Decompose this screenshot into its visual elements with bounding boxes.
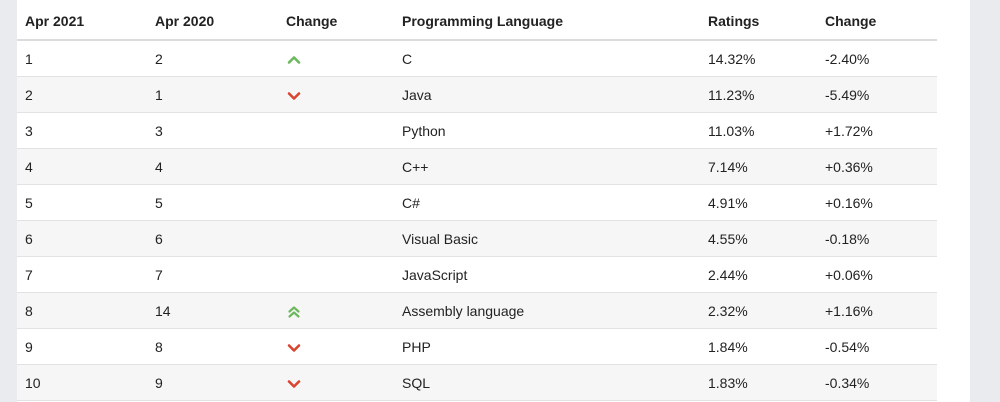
cell-rank-2020: 7 (147, 256, 278, 293)
cell-language: PHP (394, 328, 700, 365)
table-row: 5 5 C# 4.91% +0.16% (17, 184, 937, 221)
header-programming-language: Programming Language (394, 2, 700, 41)
cell-rank-2021: 1 (17, 40, 147, 77)
cell-language: JavaScript (394, 256, 700, 293)
cell-rank-2020: 4 (147, 148, 278, 185)
cell-rank-2021: 10 (17, 364, 147, 401)
cell-trend (278, 328, 394, 365)
cell-language: Visual Basic (394, 220, 700, 257)
cell-trend (278, 184, 394, 221)
arrow-up-icon (287, 53, 301, 67)
cell-rank-2020: 2 (147, 40, 278, 77)
table-row: 10 9 SQL 1.83% -0.34% (17, 364, 937, 401)
cell-rank-2020: 1 (147, 76, 278, 113)
header-change-rating: Change (817, 2, 937, 41)
header-change-rank: Change (278, 2, 394, 41)
cell-rank-2020: 8 (147, 328, 278, 365)
table-row: 2 1 Java 11.23% -5.49% (17, 76, 937, 113)
table-header-row: Apr 2021 Apr 2020 Change Programming Lan… (17, 2, 937, 41)
cell-trend (278, 148, 394, 185)
table-row: 1 2 C 14.32% -2.40% (17, 40, 937, 77)
cell-rating: 1.84% (700, 328, 817, 365)
cell-rank-2021: 6 (17, 220, 147, 257)
arrow-down-icon (287, 341, 301, 355)
cell-rank-2021: 5 (17, 184, 147, 221)
cell-rank-2020: 3 (147, 112, 278, 149)
cell-trend (278, 76, 394, 113)
cell-rating: 11.23% (700, 76, 817, 113)
cell-rating: 1.83% (700, 364, 817, 401)
cell-rating: 2.32% (700, 292, 817, 329)
table-row: 3 3 Python 11.03% +1.72% (17, 112, 937, 149)
table-row: 7 7 JavaScript 2.44% +0.06% (17, 256, 937, 293)
cell-rating-change: +0.06% (817, 256, 937, 293)
cell-trend (278, 40, 394, 77)
cell-rank-2020: 6 (147, 220, 278, 257)
cell-rating-change: -0.54% (817, 328, 937, 365)
table-body: 1 2 C 14.32% -2.40% 2 1 Java 11.23% -5.49% 3 3 Pytho… (17, 40, 937, 401)
cell-rating: 4.91% (700, 184, 817, 221)
cell-rank-2020: 14 (147, 292, 278, 329)
cell-trend (278, 364, 394, 401)
cell-language: Java (394, 76, 700, 113)
cell-language: SQL (394, 364, 700, 401)
cell-rating-change: +1.16% (817, 292, 937, 329)
arrow-down-icon (287, 377, 301, 391)
table-row: 4 4 C++ 7.14% +0.36% (17, 148, 937, 185)
cell-language: Python (394, 112, 700, 149)
cell-rating: 4.55% (700, 220, 817, 257)
cell-rating: 11.03% (700, 112, 817, 149)
cell-rank-2021: 4 (17, 148, 147, 185)
cell-rank-2021: 2 (17, 76, 147, 113)
cell-rank-2021: 3 (17, 112, 147, 149)
cell-trend (278, 112, 394, 149)
cell-rank-2020: 5 (147, 184, 278, 221)
cell-language: Assembly language (394, 292, 700, 329)
cell-rating-change: -2.40% (817, 40, 937, 77)
ranking-table: Apr 2021 Apr 2020 Change Programming Lan… (17, 2, 937, 401)
cell-rating-change: -5.49% (817, 76, 937, 113)
cell-language: C (394, 40, 700, 77)
cell-rank-2020: 9 (147, 364, 278, 401)
arrow-down-icon (287, 89, 301, 103)
table-row: 6 6 Visual Basic 4.55% -0.18% (17, 220, 937, 257)
cell-rank-2021: 9 (17, 328, 147, 365)
cell-rating: 7.14% (700, 148, 817, 185)
cell-trend (278, 292, 394, 329)
cell-rating-change: +0.36% (817, 148, 937, 185)
cell-rating-change: +0.16% (817, 184, 937, 221)
double-arrow-up-icon (287, 305, 301, 319)
cell-rating-change: +1.72% (817, 112, 937, 149)
cell-language: C++ (394, 148, 700, 185)
table-row: 8 14 Assembly language 2.32% +1.16% (17, 292, 937, 329)
header-apr-2020: Apr 2020 (147, 2, 278, 41)
cell-rating-change: -0.34% (817, 364, 937, 401)
cell-rank-2021: 8 (17, 292, 147, 329)
cell-rank-2021: 7 (17, 256, 147, 293)
cell-trend (278, 220, 394, 257)
header-apr-2021: Apr 2021 (17, 2, 147, 41)
cell-trend (278, 256, 394, 293)
cell-rating: 14.32% (700, 40, 817, 77)
cell-language: C# (394, 184, 700, 221)
header-ratings: Ratings (700, 2, 817, 41)
cell-rating-change: -0.18% (817, 220, 937, 257)
cell-rating: 2.44% (700, 256, 817, 293)
table-row: 9 8 PHP 1.84% -0.54% (17, 328, 937, 365)
